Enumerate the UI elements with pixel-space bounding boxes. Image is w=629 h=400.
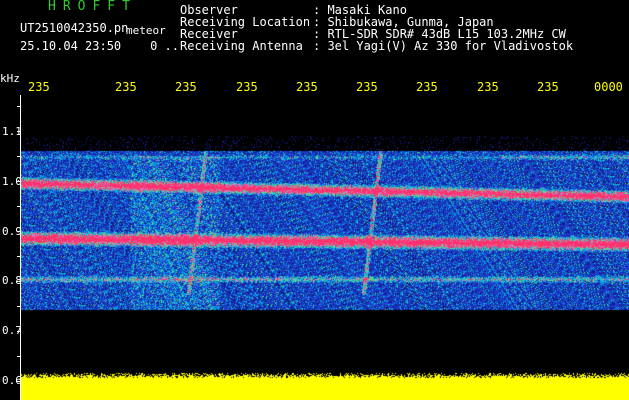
y-axis-line [20,95,21,400]
info-label: Receiving Antenna [180,39,303,53]
top-tick-label: 235 [115,80,137,94]
top-tick-label: 0000 [594,80,623,94]
info-row-antenna: Receiving Antenna : 3el Yagi(V) Az 330 fo… [180,40,573,52]
top-tick-label: 235 [236,80,258,94]
top-tick-label: 235 [416,80,438,94]
top-tick-label: 235 [356,80,378,94]
top-tick-label: 235 [175,80,197,94]
top-tick-label: 235 [296,80,318,94]
app-title: HROFFT [48,0,137,14]
mode-label: meteor [126,24,166,37]
info-value: : 3el Yagi(V) Az 330 for Vladivostok [313,39,574,53]
unit-label: kHz [0,72,20,85]
file-name: UT2510042350.pn [20,21,129,35]
station-info: Observer: Masaki Kano Receiving Location… [180,4,573,52]
top-tick-label: 235 [28,80,50,94]
spectrogram-plot [20,95,629,400]
top-tick-label: 235 [537,80,559,94]
timestamp-value: 25.10.04 23:50 [20,39,122,53]
top-tick-label: 235 [477,80,499,94]
timestamp-extra: 0 .. [150,39,179,53]
timestamp: 25.10.04 23:50 0 .. [20,40,179,52]
